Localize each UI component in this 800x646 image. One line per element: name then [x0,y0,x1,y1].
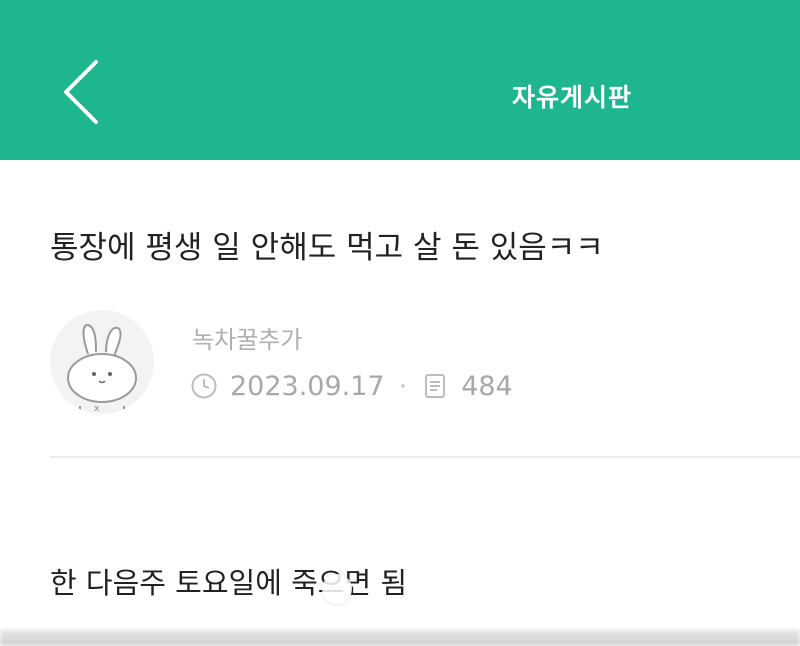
post-title: 통장에 평생 일 안해도 먹고 살 돈 있음ㅋㅋ [50,230,604,266]
document-icon [425,374,446,398]
post-meta: 2023.09.17 · 484 [190,368,513,404]
back-button[interactable] [56,56,112,128]
chevron-left-icon [64,60,98,124]
post-date: 2023.09.17 [230,370,385,402]
view-count: 484 [461,370,513,402]
touch-indicator [322,574,352,604]
author-name[interactable]: 녹차꿀추가 [192,320,302,355]
bunny-avatar-icon: x [67,324,137,414]
clock-icon [191,373,217,399]
divider [50,456,800,458]
app-header: 자유게시판 [0,0,800,160]
board-title: 자유게시판 [512,83,633,112]
svg-text:x: x [94,404,100,414]
post-body: 한 다음주 토요일에 죽으면 됨 [50,566,408,600]
meta-separator: · [398,370,408,402]
avatar[interactable]: x [50,310,154,414]
bottom-blurred-area [0,630,800,646]
